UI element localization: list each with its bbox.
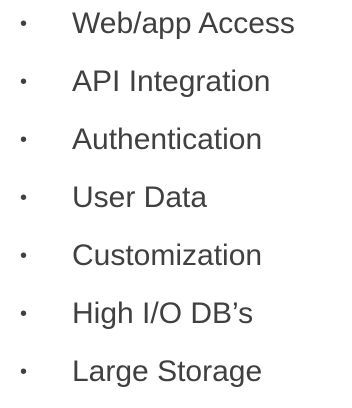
- bullet-icon: •: [20, 129, 28, 151]
- bullet-icon: •: [20, 71, 28, 93]
- list-item: • Web/app Access: [0, 4, 352, 44]
- bullet-icon: •: [20, 361, 28, 383]
- list-item-label: Web/app Access: [72, 7, 295, 40]
- list-item-label: Authentication: [72, 123, 263, 156]
- list-item-label: API Integration: [72, 65, 271, 98]
- list-item: • API Integration: [0, 62, 352, 102]
- list-item: • Customization: [0, 236, 352, 276]
- bullet-icon: •: [20, 245, 28, 267]
- list-item: • High I/O DB’s: [0, 294, 352, 334]
- list-item-label: User Data: [72, 181, 208, 214]
- list-item: • User Data: [0, 178, 352, 218]
- list-item-label: Customization: [72, 239, 263, 272]
- bullet-icon: •: [20, 187, 28, 209]
- bullet-icon: •: [20, 303, 28, 325]
- list-item: • Authentication: [0, 120, 352, 160]
- list-item-label: Large Storage: [72, 355, 263, 388]
- list-item-label: High I/O DB’s: [72, 297, 254, 330]
- list-item: • Large Storage: [0, 352, 352, 392]
- bullet-icon: •: [20, 13, 28, 35]
